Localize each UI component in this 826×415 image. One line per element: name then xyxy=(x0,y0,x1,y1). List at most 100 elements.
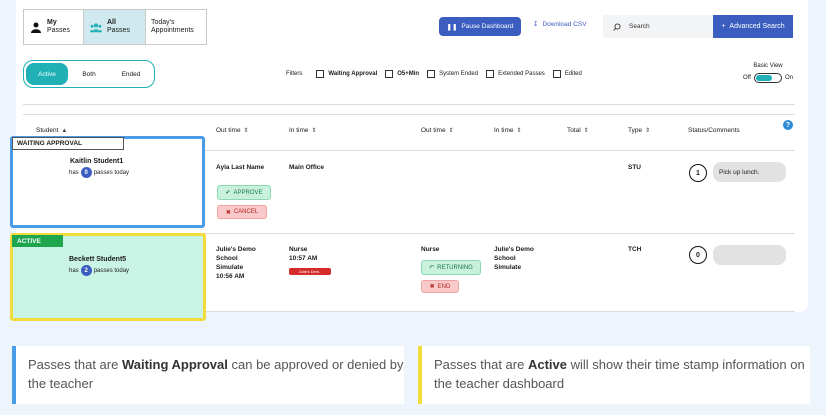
in-to: Main Office xyxy=(289,164,325,171)
toggle-off-label: Off xyxy=(743,75,751,81)
comment-pill[interactable]: Pick up lunch. xyxy=(713,162,786,182)
col-label: In time xyxy=(289,127,309,134)
tab-my-line1: My xyxy=(47,19,57,26)
status-both[interactable]: Both xyxy=(68,63,110,85)
passes-today: has 0 passes today xyxy=(69,167,129,178)
approve-label: APPROVE xyxy=(233,189,263,196)
sort-icon: ⇕ xyxy=(583,128,589,134)
sort-icon: ⇕ xyxy=(645,128,651,134)
returning-button[interactable]: ↶ RETURNING xyxy=(421,260,481,275)
col-label: Type xyxy=(628,127,643,134)
filter-label: Extended Passes xyxy=(498,71,545,77)
pass-type: TCH xyxy=(628,246,642,253)
active-callout: Passes that are Active will show their t… xyxy=(418,346,810,404)
group-icon xyxy=(90,21,102,33)
x-circle-icon: ✖ xyxy=(225,209,231,216)
checkbox[interactable] xyxy=(316,70,325,78)
student-name[interactable]: Beckett Student5 xyxy=(69,256,126,263)
basic-view-toggle[interactable] xyxy=(753,73,782,83)
out-from-l3: Simulate xyxy=(216,264,244,271)
checkbox[interactable] xyxy=(427,70,436,78)
csv-label: Download CSV xyxy=(542,20,587,28)
status-ended[interactable]: Ended xyxy=(110,63,152,85)
pause-icon: ❚❚ xyxy=(446,23,458,31)
comment-pill[interactable] xyxy=(713,245,786,265)
col-student[interactable]: Student ▲ xyxy=(36,127,67,134)
sort-icon: ⇕ xyxy=(311,128,317,134)
col-out-time-2[interactable]: Out time ⇕ xyxy=(421,127,454,134)
filter-edited[interactable]: Edited xyxy=(552,70,582,78)
filters-bar: Filters Waiting Approval O5+Min System E… xyxy=(286,70,590,78)
passes-today-label: passes today xyxy=(93,267,130,274)
end-button[interactable]: ✖ END xyxy=(421,280,459,293)
col-label: Total xyxy=(567,127,581,134)
in-to-place: Nurse xyxy=(289,246,308,253)
in2-l3: Simulate xyxy=(494,264,522,271)
pause-label: Pause Dashboard xyxy=(461,23,514,30)
approve-button[interactable]: ✔ APPROVE xyxy=(217,185,271,200)
advanced-search-button[interactable]: + Advanced Search xyxy=(713,15,793,38)
sort-icon: ▲ xyxy=(61,127,68,134)
filter-extended-passes[interactable]: Extended Passes xyxy=(486,70,545,78)
cancel-button[interactable]: ✖ CANCEL xyxy=(217,205,267,219)
divider xyxy=(23,104,795,105)
in2-l1: Julie's Demo xyxy=(494,246,534,253)
col-in-time-2[interactable]: In time ⇕ xyxy=(494,127,522,134)
col-out-time[interactable]: Out time ⇕ xyxy=(216,127,249,134)
tab-my-line2: Passes xyxy=(47,27,70,34)
passes-today: has 2 passes today xyxy=(69,265,129,276)
out-from-l2: School xyxy=(216,255,238,262)
in2-l2: School xyxy=(494,255,516,262)
has-label: has xyxy=(69,169,79,176)
pass-count-badge: 0 xyxy=(80,167,92,178)
tab-all-passes[interactable]: All Passes xyxy=(84,10,146,44)
tab-my-passes[interactable]: My Passes xyxy=(24,10,84,44)
passes-today-label: passes today xyxy=(93,169,130,176)
sort-icon: ⇕ xyxy=(448,128,454,134)
col-label: Student xyxy=(36,127,59,134)
col-total[interactable]: Total ⇕ xyxy=(567,127,589,134)
filter-label: Edited xyxy=(564,71,582,77)
tab-todays-appointments[interactable]: Today's Appointments xyxy=(146,10,206,44)
callout-text: Passes that are xyxy=(434,357,528,372)
download-csv-link[interactable]: ↧ Download CSV xyxy=(533,20,587,29)
download-icon: ↧ xyxy=(533,21,539,28)
status-filter: Active Both Ended xyxy=(23,60,155,88)
filter-o5min[interactable]: O5+Min xyxy=(385,70,419,78)
help-icon[interactable]: ? xyxy=(783,120,793,130)
tab-today-line1: Today's xyxy=(151,19,175,26)
out-from: Ayla Last Name xyxy=(216,164,265,171)
pause-dashboard-button[interactable]: ❚❚ Pause Dashboard xyxy=(439,17,521,36)
checkbox[interactable] xyxy=(552,70,561,78)
search-icon xyxy=(613,22,621,31)
student-name[interactable]: Kaitlin Student1 xyxy=(70,158,123,165)
sort-icon: ⇕ xyxy=(243,128,249,134)
col-type[interactable]: Type ⇕ xyxy=(628,127,650,134)
status-active[interactable]: Active xyxy=(26,63,68,85)
checkbox[interactable] xyxy=(486,70,495,78)
checkbox[interactable] xyxy=(385,70,394,78)
col-in-time[interactable]: In time ⇕ xyxy=(289,127,317,134)
waiting-approval-callout: Passes that are Waiting Approval can be … xyxy=(12,346,404,404)
filter-label: System Ended xyxy=(439,71,479,77)
end-label: END xyxy=(437,283,451,290)
tab-today-line2: Appointments xyxy=(151,27,194,34)
filter-label: Waiting Approval xyxy=(328,71,378,77)
filter-system-ended[interactable]: System Ended xyxy=(427,70,478,78)
callout-bold: Active xyxy=(527,357,567,372)
returning-label: RETURNING xyxy=(437,264,473,271)
in-time: 10:57 AM xyxy=(289,255,318,262)
comment-count-icon[interactable]: 0 xyxy=(689,246,707,264)
basic-view-label: Basic View xyxy=(753,63,783,69)
filter-waiting-approval[interactable]: Waiting Approval xyxy=(316,70,377,78)
plus-icon: + xyxy=(721,23,726,30)
pass-count-badge: 2 xyxy=(80,265,92,276)
comment-count-icon[interactable]: 1 xyxy=(689,164,707,182)
check-circle-icon: ✔ xyxy=(225,190,231,196)
search-input[interactable]: Search xyxy=(603,15,713,38)
pass-type: STU xyxy=(628,164,641,171)
search-placeholder: Search xyxy=(629,23,650,30)
toggle-on-label: On xyxy=(784,75,793,81)
x-circle-icon: ✖ xyxy=(429,284,435,290)
tab-all-line2: Passes xyxy=(107,27,130,34)
